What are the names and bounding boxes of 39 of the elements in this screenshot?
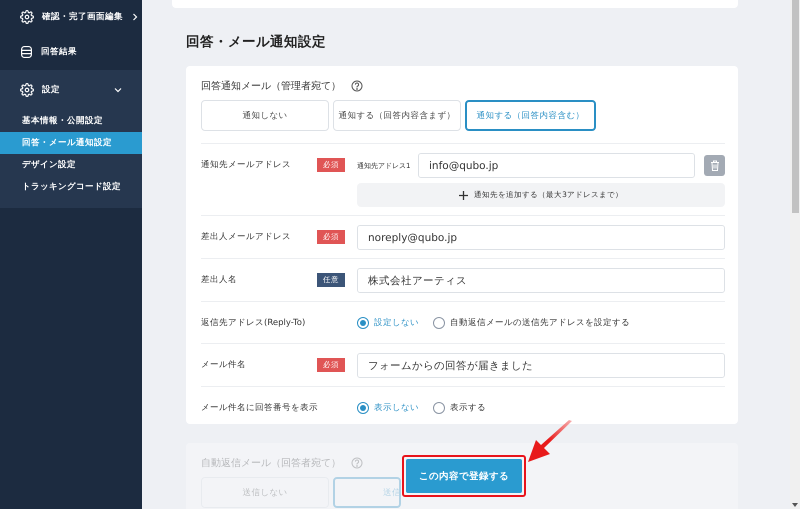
help-icon[interactable] bbox=[351, 80, 363, 92]
sidebar-item[interactable]: 設定 bbox=[0, 70, 142, 110]
gear-icon bbox=[20, 10, 34, 24]
delete-button[interactable] bbox=[704, 155, 725, 176]
radio-button[interactable] bbox=[357, 402, 369, 414]
radio-button[interactable] bbox=[357, 317, 369, 329]
gear-icon bbox=[20, 83, 34, 97]
sidebar-subitem[interactable]: トラッキングコード設定 bbox=[0, 176, 142, 198]
radio-label[interactable]: 表示しない bbox=[374, 402, 419, 414]
database-icon bbox=[20, 44, 33, 58]
field-label: 通知先メールアドレス bbox=[201, 159, 292, 172]
text-field[interactable]: noreply@qubo.jp bbox=[357, 225, 725, 250]
pointer-arrow bbox=[528, 420, 574, 464]
sidebar-item[interactable]: 回答結果 bbox=[0, 33, 142, 70]
field-label: 差出人メールアドレス bbox=[201, 231, 292, 244]
radio-label[interactable]: 設定しない bbox=[374, 317, 419, 329]
trash-icon bbox=[710, 160, 720, 171]
field-label: メール件名に回答番号を表示 bbox=[201, 402, 317, 415]
option-tab[interactable]: 通知しない bbox=[201, 100, 329, 131]
email-field[interactable]: info@qubo.jp bbox=[418, 153, 695, 178]
scrollbar[interactable] bbox=[790, 0, 800, 509]
page-title: 回答・メール通知設定 bbox=[186, 33, 327, 51]
scroll-down-icon[interactable] bbox=[792, 503, 798, 507]
radio-button[interactable] bbox=[433, 317, 445, 329]
radio-label[interactable]: 自動返信メールの送信先アドレスを設定する bbox=[450, 317, 630, 329]
text-field[interactable]: フォームからの回答が届きました bbox=[357, 353, 725, 378]
field-label: メール件名 bbox=[201, 359, 247, 372]
text-field[interactable]: 株式会社アーティス bbox=[357, 268, 725, 293]
field-label: 返信先アドレス(Reply-To) bbox=[201, 317, 306, 330]
field-label: 差出人名 bbox=[201, 274, 238, 287]
sidebar-subitem[interactable]: 基本情報・公開設定 bbox=[0, 110, 142, 132]
option-tab[interactable]: 通知する（回答内容含む） bbox=[465, 100, 596, 131]
sidebar-subitem[interactable]: デザイン設定 bbox=[0, 154, 142, 176]
radio-label[interactable]: 表示する bbox=[450, 402, 486, 414]
radio-button[interactable] bbox=[433, 402, 445, 414]
section-title: 回答通知メール（管理者宛て） bbox=[201, 80, 341, 93]
option-tab[interactable]: 通知する（回答内容含まず） bbox=[333, 100, 461, 131]
plus-icon bbox=[459, 190, 468, 200]
sidebar-item[interactable]: 確認・完了画面編集 bbox=[0, 0, 142, 33]
